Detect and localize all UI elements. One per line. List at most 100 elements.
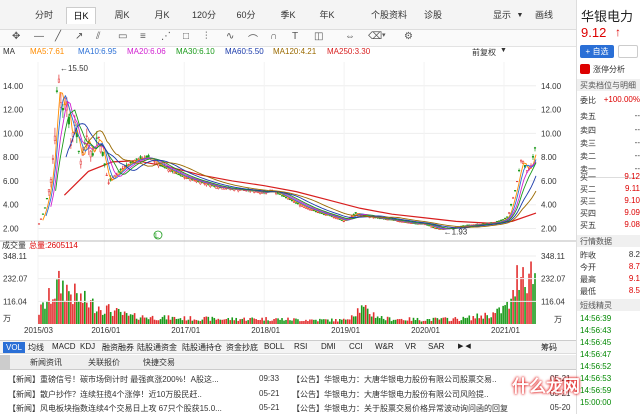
limit-up-analysis-link[interactable]: 涨停分析 <box>593 64 625 75</box>
indicator-vr[interactable]: VR <box>405 342 416 351</box>
indicator-margin[interactable]: 融资融券 <box>102 342 134 353</box>
volume-bar <box>91 298 94 324</box>
move-cross-icon[interactable]: ✥ <box>12 31 20 42</box>
volume-bar <box>317 321 319 324</box>
volume-bar <box>360 305 363 324</box>
fibonacci-icon[interactable]: ≡ <box>140 31 146 42</box>
candle-body <box>37 223 41 225</box>
candle-body <box>85 135 88 137</box>
indicator-rsi[interactable]: RSI <box>294 342 307 351</box>
candle-body <box>169 170 172 172</box>
news-item-right-1[interactable]: 【公告】华银电力：大唐华银电力股份有限公司股票交易.. <box>292 374 548 386</box>
arch-icon[interactable]: ∩ <box>270 31 277 42</box>
range-select-icon[interactable]: ⇔ <box>345 31 355 42</box>
chips-button[interactable]: 筹码 <box>541 342 557 353</box>
parallel-lines-icon[interactable]: ⫽ <box>96 31 100 42</box>
text-tool-icon[interactable]: T <box>292 31 298 42</box>
adjust-dropdown[interactable]: 前复权 <box>472 47 496 58</box>
adjust-dropdown-arrow-icon[interactable]: ▼ <box>500 47 507 54</box>
ruler-icon[interactable]: ◫ <box>314 31 323 42</box>
bid5-row: 买五 9.08 <box>580 220 640 231</box>
rectangle-icon[interactable]: □ <box>183 31 189 42</box>
news-item-right-3[interactable]: 【公告】华银电力：关于股票交易价格异常波动询问函的回复 <box>292 403 548 415</box>
tab-quick-trade[interactable]: 快捷交易 <box>143 357 175 368</box>
candle-body <box>121 167 124 170</box>
gann-fan-icon[interactable]: ⋰ <box>161 31 171 42</box>
volume-bar <box>255 319 257 324</box>
more-arrow-icon[interactable]: ▾ <box>382 31 386 39</box>
ray-icon[interactable]: ↗ <box>75 31 83 42</box>
arc-icon[interactable]: ⌒ <box>248 31 258 46</box>
indicator-cci[interactable]: CCI <box>349 342 363 351</box>
volume-bar <box>89 300 92 324</box>
volume-bar <box>510 298 512 324</box>
indicator-kdj[interactable]: KDJ <box>80 342 95 351</box>
low-value: 8.5 <box>628 286 640 295</box>
volume-bar <box>207 316 210 324</box>
tab-daily-k[interactable]: 日K <box>66 7 96 24</box>
kline-chart[interactable]: 2.00 4.00 6.00 8.00 10.00 12.00 14.00 2.00 4.00… <box>0 58 576 340</box>
volume-bar <box>518 289 520 324</box>
indicator-sar[interactable]: SAR <box>428 342 444 351</box>
display-dropdown-arrow-icon[interactable]: ▼ <box>515 7 525 24</box>
tab-stock-profile[interactable]: 个股资料 <box>369 7 409 24</box>
tab-yearly-k[interactable]: 年K <box>316 7 338 24</box>
volume-bar <box>40 304 42 324</box>
indicator-fund-bottom[interactable]: 资金抄底 <box>226 342 258 353</box>
candle-body <box>354 212 357 214</box>
delete-icon[interactable]: ⌫ <box>368 31 382 42</box>
indicator-macd[interactable]: MACD <box>52 342 76 351</box>
volume-bar <box>412 317 415 324</box>
tab-120min[interactable]: 120分 <box>191 7 217 24</box>
line-segment-icon[interactable]: ╱ <box>55 31 61 42</box>
news-item-right-2[interactable]: 【公告】华银电力：大唐华银电力股份有限公司风险提.. <box>292 389 548 401</box>
open-label: 今开 <box>580 263 596 272</box>
news-item-left-1[interactable]: 【新闻】重磅信号！碳市场倒计时 最强疯涨200%！A股这... <box>8 374 258 386</box>
volume-bar <box>307 321 309 324</box>
indicator-northbound-holdings[interactable]: 陆股通持仓 <box>182 342 222 353</box>
collapse-handle-icon[interactable] <box>0 355 10 369</box>
indicator-dmi[interactable]: DMI <box>321 342 336 351</box>
tab-related-quotes[interactable]: 关联报价 <box>88 357 120 368</box>
news-time: 05-21 <box>259 389 280 398</box>
tab-weekly-k[interactable]: 周K <box>111 7 133 24</box>
tab-news[interactable]: 新闻资讯 <box>30 357 62 368</box>
indicator-ma[interactable]: 均线 <box>28 342 44 353</box>
volume-bar <box>44 308 46 324</box>
volume-bar <box>430 320 433 324</box>
more-button[interactable] <box>618 45 638 58</box>
news-item-left-2[interactable]: 【新闻】散户抄作？连续狂揽4个涨停！近10万股民赶.. <box>8 389 258 401</box>
display-dropdown[interactable]: 显示 <box>490 7 514 24</box>
indicator-northbound-funds[interactable]: 陆股通资金 <box>137 342 177 353</box>
bid2-price: 9.11 <box>625 184 640 193</box>
price-tick-label-right: 10.00 <box>541 129 562 138</box>
volume-bar <box>165 319 168 324</box>
volume-bar <box>382 318 385 324</box>
volume-bar <box>394 319 397 324</box>
tab-60min[interactable]: 60分 <box>234 7 258 24</box>
volume-bar <box>364 305 367 324</box>
indicator-scroll-arrows-icon[interactable]: ▶ ◀ <box>458 342 471 350</box>
volume-bar <box>127 315 130 324</box>
candle-body <box>101 151 104 156</box>
tab-monthly-k[interactable]: 月K <box>151 7 173 24</box>
indicator-wr[interactable]: W&R <box>375 342 394 351</box>
draw-line-button[interactable]: 画线 <box>532 7 556 24</box>
wave-icon[interactable]: ∿ <box>226 31 234 42</box>
settings-gear-icon[interactable]: ⚙ <box>404 31 413 42</box>
news-item-left-3[interactable]: 【新闻】风电板块指数连续4个交易日上攻 67只个股获15.0... <box>8 403 258 415</box>
high-value: 9.1 <box>628 274 640 283</box>
channel-icon[interactable]: ▭ <box>118 31 127 42</box>
indicator-boll[interactable]: BOLL <box>264 342 284 351</box>
tick-time: 14:56:52 <box>580 362 612 371</box>
low-price-annotation: ←1.93 <box>444 227 468 236</box>
add-watchlist-button[interactable]: + 自选 <box>580 45 614 58</box>
volume-bar <box>233 320 236 324</box>
tab-timeshare[interactable]: 分时 <box>33 7 55 24</box>
tab-quarterly-k[interactable]: 季K <box>277 7 299 24</box>
volume-bar <box>458 321 461 324</box>
horizontal-line-icon[interactable]: — <box>34 31 44 42</box>
pitchfork-icon[interactable]: ⫶ <box>205 31 208 42</box>
indicator-vol[interactable]: VOL <box>3 342 26 353</box>
tab-diagnosis[interactable]: 诊股 <box>421 7 445 24</box>
